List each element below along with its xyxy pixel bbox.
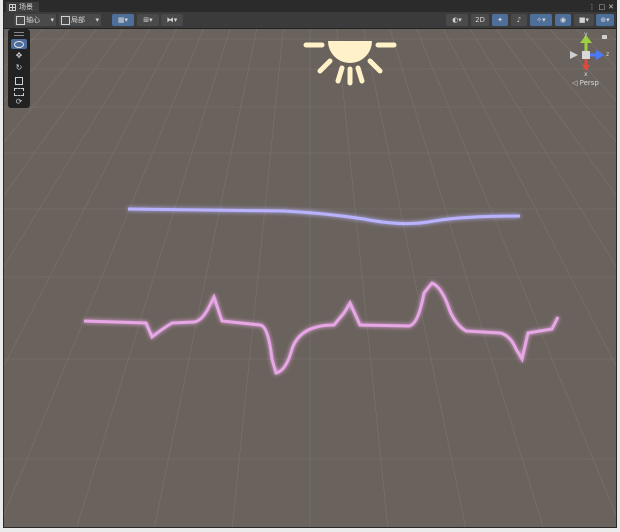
- align-button[interactable]: ⧓▾: [161, 14, 183, 26]
- eye-icon: [14, 41, 24, 48]
- axis-z-label: z: [606, 51, 610, 58]
- rect-tool-button[interactable]: [11, 86, 27, 96]
- tool-panel: ✥ ↻ ⟳: [8, 29, 30, 108]
- increment-snap-button[interactable]: ⊞▾: [137, 14, 159, 26]
- mode-2d-button[interactable]: 2D: [471, 14, 489, 26]
- scene-viewport[interactable]: [4, 1, 616, 527]
- maximize-icon[interactable]: □: [599, 3, 606, 11]
- effects-dropdown[interactable]: ✧▾: [530, 14, 552, 26]
- scale-icon: [15, 77, 23, 85]
- tab-title: 场景: [19, 3, 33, 11]
- move-tool-button[interactable]: ✥: [11, 51, 27, 61]
- space-dropdown[interactable]: 局部 ▾: [59, 14, 101, 26]
- rotate-icon: ↻: [15, 63, 23, 72]
- grid-icon: [9, 3, 16, 11]
- close-icon[interactable]: ✕: [608, 3, 614, 11]
- orientation-gizmo[interactable]: y z x: [566, 31, 612, 78]
- scene-window: 场景 ⋮ □ ✕ 轴心 ▾ 局部 ▾ ▦▾ ⊞▾ ⧓▾ ◐▾ 2D ✦ ♪ ✧▾ ◉…: [3, 0, 617, 528]
- grid-snap-button[interactable]: ▦▾: [112, 14, 134, 26]
- view-tool-button[interactable]: [11, 39, 27, 49]
- scene-toolbar: 轴心 ▾ 局部 ▾ ▦▾ ⊞▾ ⧓▾ ◐▾ 2D ✦ ♪ ✧▾ ◉ ■▾ ⊕▾: [4, 12, 616, 29]
- pivot-icon: [16, 15, 25, 25]
- rotate-tool-button[interactable]: ↻: [11, 63, 27, 73]
- tab-scene[interactable]: 场景: [6, 2, 39, 12]
- transform-icon: ⟳: [15, 97, 23, 106]
- hidden-objects-toggle[interactable]: ◉: [555, 14, 571, 26]
- more-options-icon[interactable]: ⋮: [589, 3, 596, 11]
- axis-y-label: y: [584, 31, 588, 38]
- cube-icon: [61, 15, 70, 25]
- scene-canvas[interactable]: [4, 1, 616, 527]
- shading-mode-dropdown[interactable]: ◐▾: [446, 14, 468, 26]
- chevron-down-icon: ▾: [95, 16, 99, 24]
- projection-label[interactable]: ◁ Persp: [572, 79, 599, 87]
- axis-x-label: x: [584, 71, 588, 78]
- window-controls: ⋮ □ ✕: [589, 1, 615, 12]
- camera-dropdown[interactable]: ■▾: [574, 14, 594, 26]
- rect-icon: [14, 88, 24, 96]
- space-label: 局部: [71, 16, 85, 24]
- transform-tool-button[interactable]: ⟳: [11, 97, 27, 107]
- audio-toggle[interactable]: ♪: [511, 14, 527, 26]
- pivot-label: 轴心: [26, 16, 40, 24]
- scale-tool-button[interactable]: [11, 75, 27, 85]
- move-icon: ✥: [15, 51, 23, 60]
- panel-grip-icon[interactable]: [14, 32, 24, 36]
- lighting-toggle[interactable]: ✦: [492, 14, 508, 26]
- gizmos-dropdown[interactable]: ⊕▾: [596, 14, 614, 26]
- chevron-down-icon: ▾: [50, 16, 54, 24]
- pivot-dropdown[interactable]: 轴心 ▾: [14, 14, 56, 26]
- title-bar: 场景 ⋮ □ ✕: [4, 1, 616, 12]
